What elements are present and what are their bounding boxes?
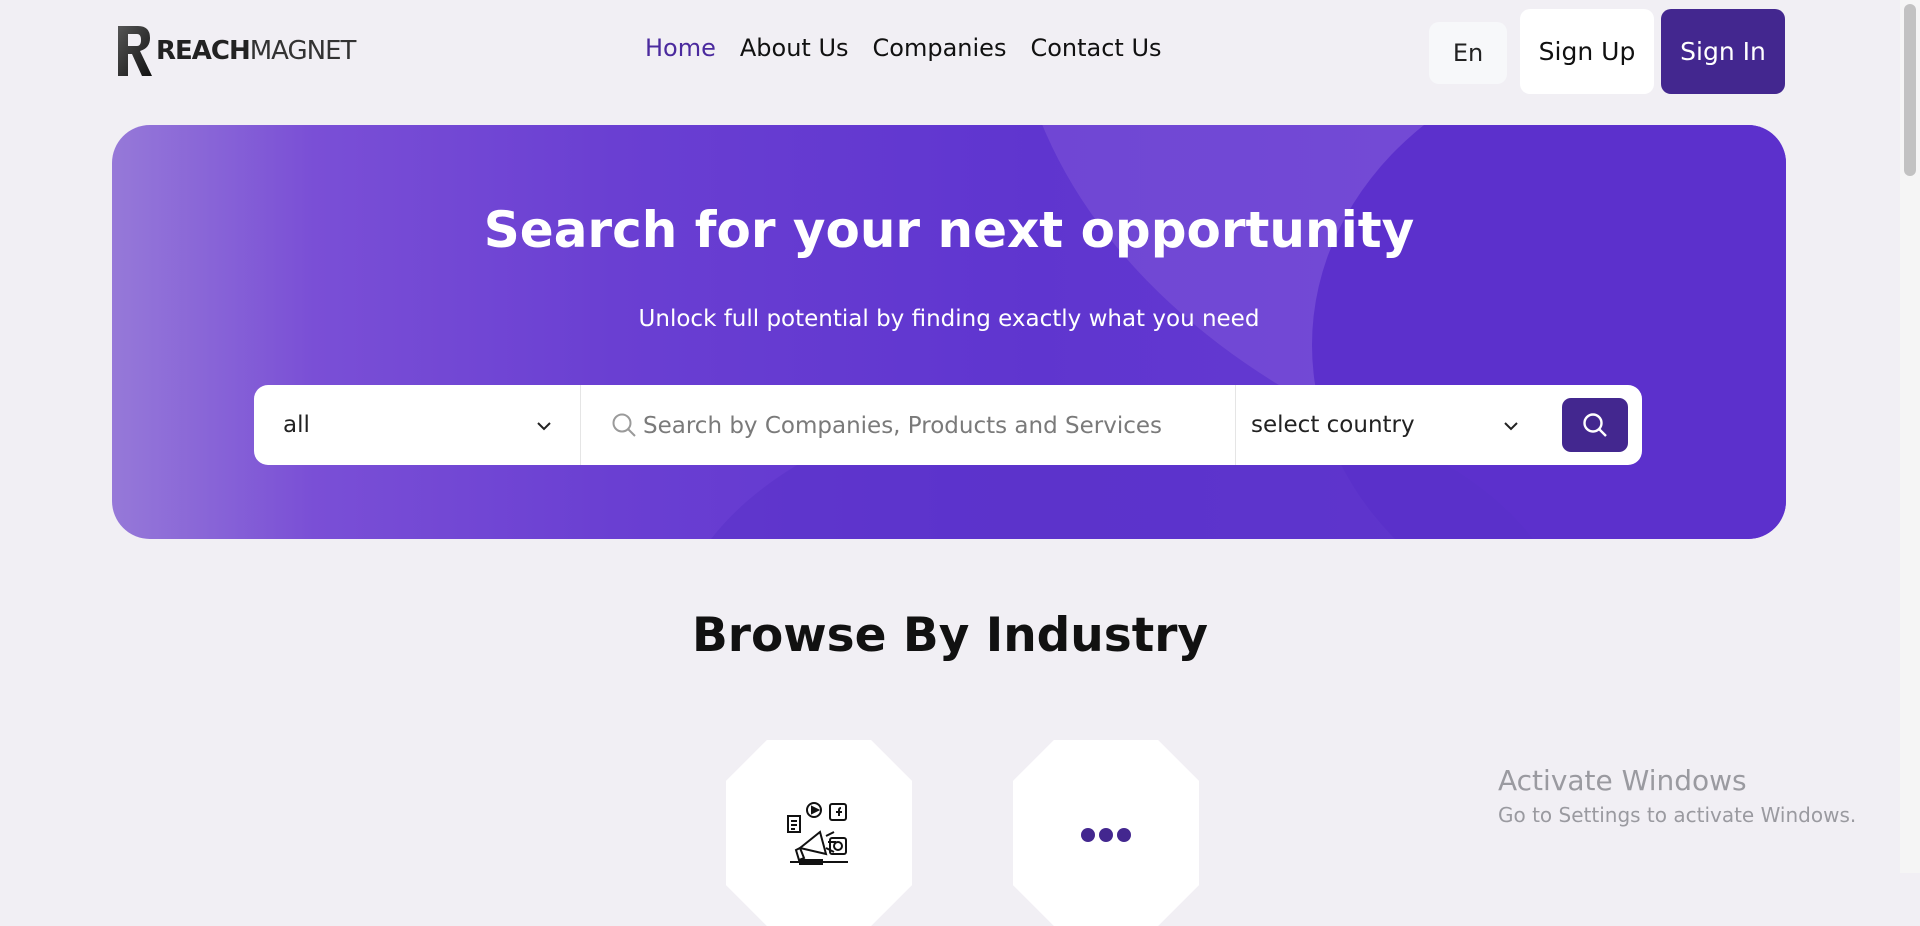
marketing-megaphone-icon <box>787 802 848 865</box>
hero-title: Search for your next opportunity <box>483 201 1415 259</box>
industry-card-more[interactable] <box>1013 740 1199 926</box>
country-placeholder: select country <box>1251 412 1415 438</box>
scrollbar-thumb[interactable] <box>1904 4 1916 176</box>
country-select[interactable]: select country <box>1236 385 1561 465</box>
chevron-down-icon <box>537 422 551 431</box>
main-nav: Home About Us Companies Contact Us <box>645 34 1162 62</box>
watermark-line2: Go to Settings to activate Windows. <box>1498 803 1857 827</box>
nav-about-us[interactable]: About Us <box>740 34 849 62</box>
nav-companies[interactable]: Companies <box>873 34 1007 62</box>
logo-bold: REACH <box>156 36 251 66</box>
brand-logo[interactable]: REACHMAGNET <box>116 24 357 78</box>
industry-card[interactable] <box>726 740 912 926</box>
watermark-line1: Activate Windows <box>1498 764 1747 797</box>
search-button[interactable] <box>1562 398 1628 452</box>
language-button[interactable]: En <box>1429 22 1507 84</box>
search-icon <box>612 413 636 437</box>
hero-banner: Search for your next opportunity Unlock … <box>112 125 1786 539</box>
site-header: REACHMAGNET Home About Us Companies Cont… <box>0 0 1900 122</box>
search-bar: all select country <box>254 385 1642 465</box>
category-value: all <box>283 412 310 438</box>
browse-industry-title: Browse By Industry <box>691 608 1209 663</box>
reachmagnet-logo-mark-icon <box>118 26 152 76</box>
chevron-down-icon <box>1504 422 1518 431</box>
category-select[interactable]: all <box>254 385 581 465</box>
nav-home[interactable]: Home <box>645 34 716 62</box>
brand-wordmark: REACHMAGNET <box>156 36 357 66</box>
page-scrollbar[interactable] <box>1900 0 1920 873</box>
search-icon <box>1583 413 1607 437</box>
windows-activation-watermark: Activate Windows Go to Settings to activ… <box>1498 764 1856 827</box>
nav-contact-us[interactable]: Contact Us <box>1030 34 1161 62</box>
search-field[interactable] <box>581 385 1236 465</box>
more-dots-icon <box>1081 828 1131 842</box>
sign-in-button[interactable]: Sign In <box>1661 9 1785 94</box>
sign-up-button[interactable]: Sign Up <box>1520 9 1654 94</box>
hero-subtitle: Unlock full potential by finding exactly… <box>638 306 1260 332</box>
search-input[interactable] <box>641 405 1205 447</box>
logo-light: MAGNET <box>249 36 357 66</box>
